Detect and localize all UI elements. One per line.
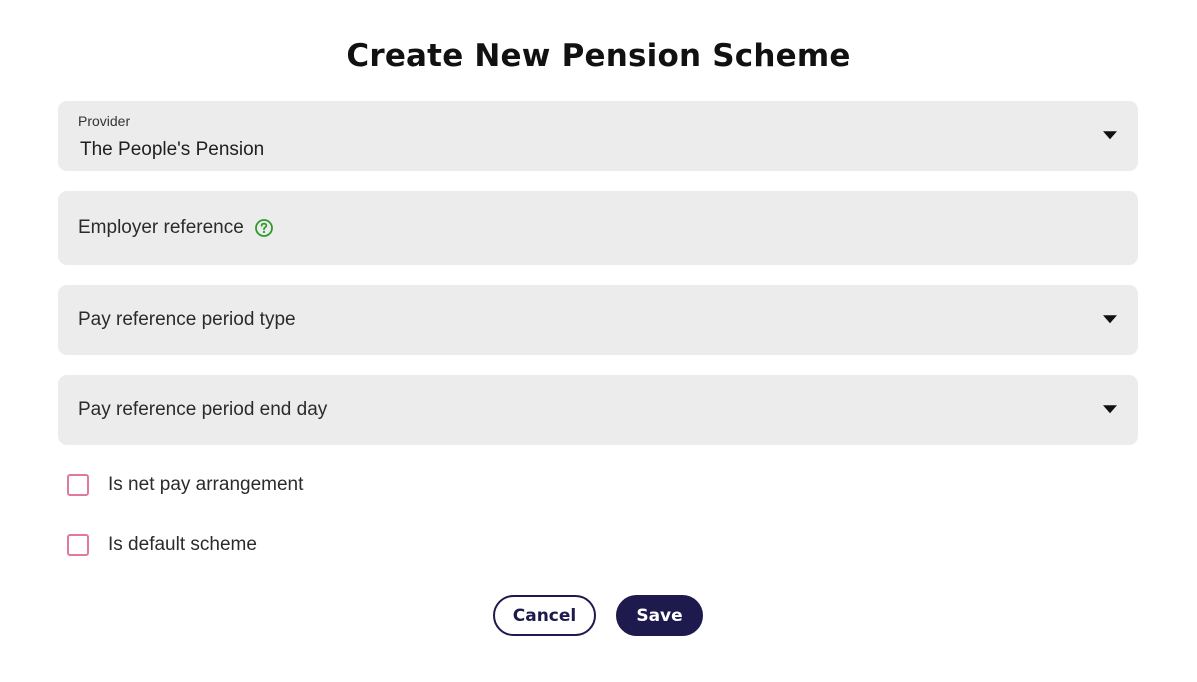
chevron-down-icon[interactable] [1103,131,1117,140]
employer-reference-placeholder: Employer reference [78,217,274,239]
pay-reference-period-type-select[interactable]: Pay reference period type [58,285,1138,355]
chevron-down-icon[interactable] [1103,315,1117,324]
net-pay-arrangement-label[interactable]: Is net pay arrangement [108,474,303,496]
provider-select[interactable]: Provider The People's Pension [58,101,1138,171]
provider-label: Provider [78,113,131,129]
cancel-button[interactable]: Cancel [493,595,596,636]
create-pension-scheme-dialog: Create New Pension Scheme Provider The P… [0,0,1197,682]
pay-reference-period-end-day-select[interactable]: Pay reference period end day [58,375,1138,445]
default-scheme-row: Is default scheme [67,534,257,556]
net-pay-arrangement-row: Is net pay arrangement [67,474,303,496]
employer-reference-field[interactable]: Employer reference [58,191,1138,265]
provider-value: The People's Pension [80,139,265,160]
page-title: Create New Pension Scheme [346,38,851,74]
default-scheme-label[interactable]: Is default scheme [108,534,257,556]
pay-reference-period-end-day-label: Pay reference period end day [78,399,328,420]
net-pay-arrangement-checkbox[interactable] [67,474,89,496]
default-scheme-checkbox[interactable] [67,534,89,556]
save-button[interactable]: Save [616,595,703,636]
chevron-down-icon[interactable] [1103,405,1117,414]
help-circle-icon[interactable] [254,218,274,238]
pay-reference-period-type-label: Pay reference period type [78,309,296,330]
employer-reference-label: Employer reference [78,217,244,238]
